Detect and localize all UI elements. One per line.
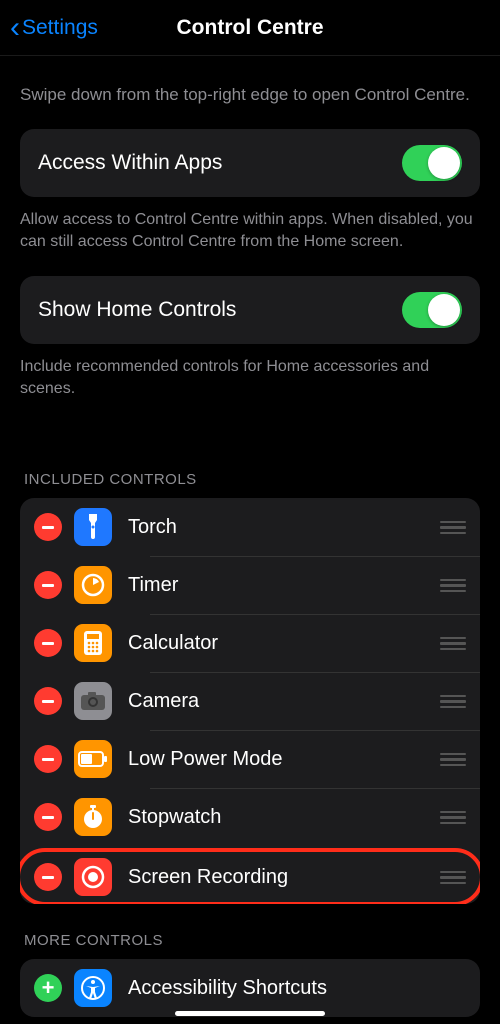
- home-label: Show Home Controls: [38, 298, 236, 322]
- included-header: INCLUDED CONTROLS: [20, 423, 480, 498]
- drag-handle-icon[interactable]: [440, 811, 466, 825]
- back-label: Settings: [22, 16, 98, 40]
- home-footer: Include recommended controls for Home ac…: [20, 344, 480, 423]
- list-item: Calculator: [20, 614, 480, 672]
- drag-handle-icon[interactable]: [440, 753, 466, 767]
- timer-icon: [74, 566, 112, 604]
- calculator-icon: [74, 624, 112, 662]
- row-label: Camera: [128, 690, 440, 713]
- battery-icon: [74, 740, 112, 778]
- access-footer: Allow access to Control Centre within ap…: [20, 197, 480, 276]
- list-item: Low Power Mode: [20, 730, 480, 788]
- add-button[interactable]: [34, 974, 62, 1002]
- row-label: Timer: [128, 574, 440, 597]
- torch-icon: [74, 508, 112, 546]
- drag-handle-icon[interactable]: [440, 637, 466, 651]
- show-home-controls-row: Show Home Controls: [20, 276, 480, 344]
- drag-handle-icon[interactable]: [440, 579, 466, 593]
- row-label: Torch: [128, 516, 440, 539]
- intro-text: Swipe down from the top-right edge to op…: [20, 56, 480, 129]
- row-label: Screen Recording: [128, 866, 440, 889]
- row-label: Low Power Mode: [128, 748, 440, 771]
- list-item: Stopwatch: [20, 788, 480, 846]
- remove-button[interactable]: [34, 629, 62, 657]
- drag-handle-icon[interactable]: [440, 521, 466, 535]
- screen-recording-icon: [74, 858, 112, 896]
- list-item-highlighted: Screen Recording: [20, 848, 480, 904]
- drag-handle-icon[interactable]: [440, 871, 466, 885]
- back-button[interactable]: ‹ Settings: [0, 13, 98, 43]
- access-toggle[interactable]: [402, 145, 462, 181]
- remove-button[interactable]: [34, 745, 62, 773]
- remove-button[interactable]: [34, 687, 62, 715]
- remove-button[interactable]: [34, 863, 62, 891]
- access-label: Access Within Apps: [38, 151, 222, 175]
- more-list: Accessibility Shortcuts: [20, 959, 480, 1017]
- row-label: Accessibility Shortcuts: [128, 977, 466, 1000]
- home-indicator[interactable]: [175, 1011, 325, 1016]
- accessibility-icon: [74, 969, 112, 1007]
- list-item: Timer: [20, 556, 480, 614]
- more-header: MORE CONTROLS: [20, 904, 480, 959]
- home-toggle[interactable]: [402, 292, 462, 328]
- row-label: Calculator: [128, 632, 440, 655]
- list-item: Torch: [20, 498, 480, 556]
- stopwatch-icon: [74, 798, 112, 836]
- included-list: Torch Timer Calculator Camera: [20, 498, 480, 904]
- navbar: ‹ Settings Control Centre: [0, 0, 500, 56]
- remove-button[interactable]: [34, 803, 62, 831]
- chevron-left-icon: ‹: [10, 13, 20, 43]
- remove-button[interactable]: [34, 513, 62, 541]
- access-within-apps-row: Access Within Apps: [20, 129, 480, 197]
- list-item: Camera: [20, 672, 480, 730]
- list-item: Accessibility Shortcuts: [20, 959, 480, 1017]
- row-label: Stopwatch: [128, 806, 440, 829]
- drag-handle-icon[interactable]: [440, 695, 466, 709]
- remove-button[interactable]: [34, 571, 62, 599]
- camera-icon: [74, 682, 112, 720]
